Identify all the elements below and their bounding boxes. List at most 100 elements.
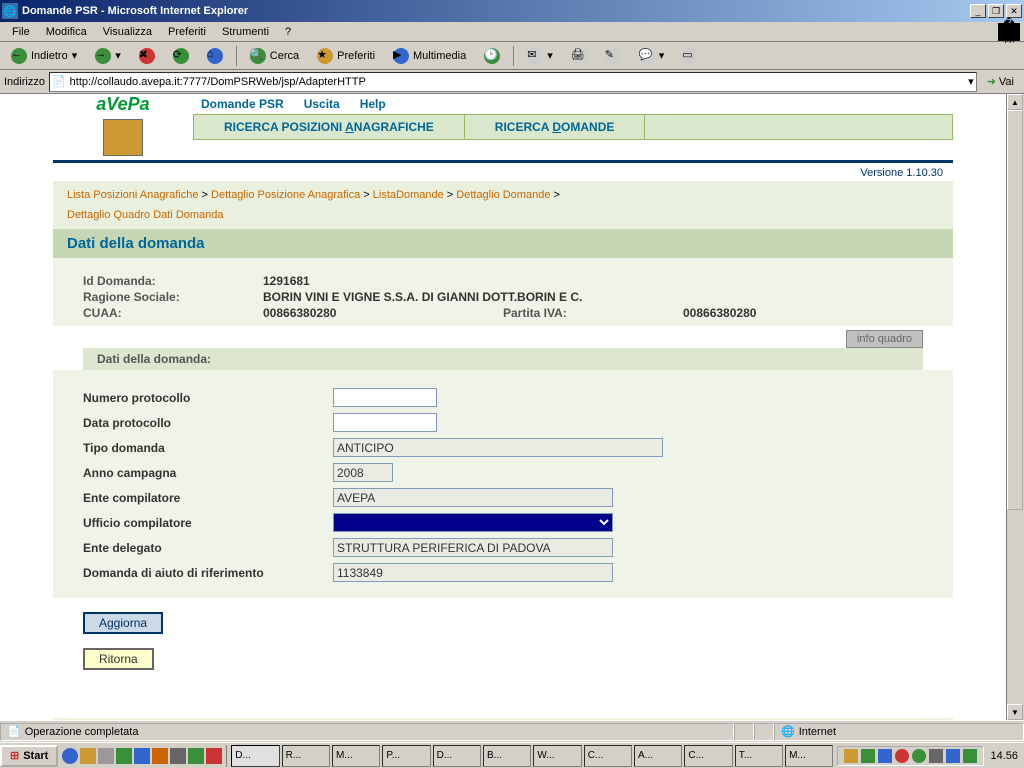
address-label: Indirizzo [4,76,45,88]
page-header: aVePa Domande PSR Uscita Help RICERCA PO… [53,94,953,156]
menu-file[interactable]: File [4,24,38,40]
task-item[interactable]: D... [433,745,481,767]
restore-button[interactable]: ❐ [988,4,1004,18]
aggiorna-button[interactable]: Aggiorna [83,612,163,634]
task-item[interactable]: M... [785,745,833,767]
status-seg-1 [734,723,754,741]
home-button[interactable]: ⌂ [200,45,230,67]
ql-app2-icon[interactable] [170,748,186,764]
ql-ie-icon[interactable] [62,748,78,764]
mail-button[interactable]: ✉▾ [520,45,560,67]
ente-compilatore-field [333,488,613,507]
nav-domande-psr[interactable]: Domande PSR [201,97,284,111]
task-item[interactable]: T... [735,745,783,767]
task-item[interactable]: A... [634,745,682,767]
close-button[interactable]: ✕ [1006,4,1022,18]
data-protocollo-label: Data protocollo [83,416,333,430]
related-button[interactable]: ▭ [675,45,705,67]
task-item[interactable]: C... [584,745,632,767]
favorites-button[interactable]: ★Preferiti [310,45,382,67]
tipo-domanda-field [333,438,663,457]
refresh-button[interactable]: ⟳ [166,45,196,67]
ente-compilatore-label: Ente compilatore [83,491,333,505]
scroll-thumb[interactable] [1007,110,1023,510]
scroll-down-button[interactable]: ▼ [1007,704,1023,720]
history-button[interactable]: 🕑 [477,45,507,67]
task-item[interactable]: M... [332,745,380,767]
ql-app3-icon[interactable] [188,748,204,764]
stop-button[interactable]: ✖ [132,45,162,67]
info-quadro-button[interactable]: info quadro [846,330,923,348]
back-button[interactable]: ←Indietro ▾ [4,45,84,67]
print-button[interactable]: 🖨 [564,45,594,67]
nav-uscita[interactable]: Uscita [304,97,340,111]
ie-throbber-icon: �似 [998,23,1020,41]
toolbar: ←Indietro ▾ → ▾ ✖ ⟳ ⌂ 🔍Cerca ★Preferiti … [0,42,1024,70]
bc-lista-domande[interactable]: ListaDomande [373,189,444,201]
ufficio-compilatore-select[interactable] [333,513,613,532]
ritorna-button[interactable]: Ritorna [83,648,154,670]
tray-icon[interactable] [861,749,875,763]
status-seg-2 [754,723,774,741]
numero-protocollo-label: Numero protocollo [83,391,333,405]
tray-icon[interactable] [895,749,909,763]
tray-icon[interactable] [963,749,977,763]
minimize-button[interactable]: _ [970,4,986,18]
discuss-button[interactable]: 💬▾ [632,45,672,67]
ql-outlook-icon[interactable] [80,748,96,764]
tray-icon[interactable] [844,749,858,763]
anno-campagna-label: Anno campagna [83,466,333,480]
menu-modifica[interactable]: Modifica [38,24,95,40]
multimedia-button[interactable]: ▶Multimedia [386,45,473,67]
internet-zone-icon: 🌐 [781,725,795,738]
tab-ricerca-posizioni[interactable]: RICERCA POSIZIONI ANAGRAFICHE [194,115,465,139]
tray-icon[interactable] [946,749,960,763]
window-titlebar: 🌐 Domande PSR - Microsoft Internet Explo… [0,0,1024,22]
task-item[interactable]: R... [282,745,330,767]
nav-help[interactable]: Help [360,97,386,111]
bc-dettaglio-domande[interactable]: Dettaglio Domande [456,189,550,201]
tray-icon[interactable] [929,749,943,763]
window-title: Domande PSR - Microsoft Internet Explore… [22,5,970,17]
tab-ricerca-domande[interactable]: RICERCA DOMANDE [465,115,646,139]
task-item[interactable]: B... [483,745,531,767]
scroll-up-button[interactable]: ▲ [1007,94,1023,110]
menu-strumenti[interactable]: Strumenti [214,24,277,40]
start-button[interactable]: ⊞ Start [0,745,58,767]
task-item[interactable]: C... [684,745,732,767]
anno-campagna-field [333,463,393,482]
piva-label: Partita IVA: [503,306,643,320]
domanda-rif-label: Domanda di aiuto di riferimento [83,566,333,580]
ql-excel-icon[interactable] [116,748,132,764]
ql-app1-icon[interactable] [152,748,168,764]
menu-preferiti[interactable]: Preferiti [160,24,214,40]
ql-word-icon[interactable] [134,748,150,764]
done-icon: 📄 [7,725,21,738]
section-title: Dati della domanda [53,229,953,258]
bc-lista-posizioni[interactable]: Lista Posizioni Anagrafiche [67,189,198,201]
data-protocollo-input[interactable] [333,413,437,432]
menubar: File Modifica Visualizza Preferiti Strum… [0,22,1024,42]
task-item[interactable]: D... [231,745,279,767]
task-item[interactable]: W... [533,745,581,767]
quick-launch [58,745,227,767]
ql-desktop-icon[interactable] [98,748,114,764]
bc-dettaglio-posizione[interactable]: Dettaglio Posizione Anagrafica [211,189,360,201]
tray-icon[interactable] [878,749,892,763]
go-button[interactable]: ➜Vai [981,72,1020,92]
dropdown-icon[interactable]: ▾ [968,75,974,88]
breadcrumb: Lista Posizioni Anagrafiche > Dettaglio … [53,181,953,229]
vertical-scrollbar[interactable]: ▲ ▼ [1006,94,1024,720]
search-button[interactable]: 🔍Cerca [243,45,306,67]
tray-icon[interactable] [912,749,926,763]
ufficio-compilatore-label: Ufficio compilatore [83,516,333,530]
menu-visualizza[interactable]: Visualizza [95,24,160,40]
forward-button[interactable]: → ▾ [88,45,128,67]
task-item[interactable]: P... [382,745,430,767]
menu-help[interactable]: ? [277,24,299,40]
numero-protocollo-input[interactable] [333,388,437,407]
edit-button[interactable]: ✎ [598,45,628,67]
version-label: Versione 1.10.30 [53,163,953,181]
ql-app4-icon[interactable] [206,748,222,764]
url-input[interactable]: 📄 http://collaudo.avepa.it:7777/DomPSRWe… [49,72,977,92]
